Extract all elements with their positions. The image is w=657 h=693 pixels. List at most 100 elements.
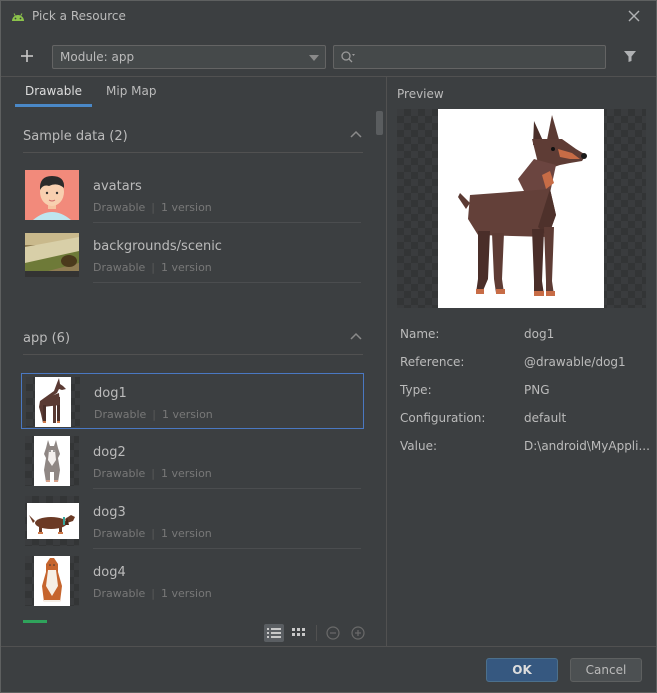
module-dropdown[interactable]: Module: app [52, 45, 326, 69]
item-versions: 1 version [161, 261, 212, 274]
property-key: Value: [400, 439, 437, 453]
item-divider [93, 548, 361, 549]
chevron-up-icon[interactable] [349, 331, 363, 341]
property-key: Type: [400, 383, 432, 397]
property-key: Reference: [400, 355, 465, 369]
resource-list-pane: Drawable Mip Map Sample data (2) avatars… [1, 77, 386, 646]
property-value: D:\android\MyAppli... [524, 439, 650, 453]
property-value: dog1 [524, 327, 555, 341]
item-meta: Drawable | 1 version [93, 527, 212, 540]
item-versions: 1 version [161, 587, 212, 600]
controls-divider [316, 625, 317, 641]
list-item-backgrounds-scenic[interactable]: backgrounds/scenic Drawable | 1 version [21, 227, 364, 283]
section-label: Sample data (2) [23, 129, 128, 144]
item-name: backgrounds/scenic [93, 239, 222, 254]
property-configuration: Configuration: default [400, 411, 650, 439]
add-resource-icon[interactable] [18, 47, 36, 65]
chevron-up-icon[interactable] [349, 129, 363, 139]
window-title: Pick a Resource [32, 9, 126, 23]
list-item-dog3[interactable]: dog3 Drawable | 1 version [21, 493, 364, 549]
preview-canvas [397, 109, 646, 308]
item-versions: 1 version [161, 201, 212, 214]
meta-divider: | [152, 408, 156, 421]
list-item-dog4[interactable]: dog4 Drawable | 1 version [21, 553, 364, 609]
item-meta: Drawable | 1 version [93, 467, 212, 480]
preview-label: Preview [397, 87, 444, 101]
avatar-thumbnail [25, 170, 79, 220]
item-name: dog4 [93, 565, 126, 580]
tab-mip-map[interactable]: Mip Map [106, 77, 156, 107]
resource-tabs: Drawable Mip Map [15, 77, 170, 107]
item-divider [93, 282, 361, 283]
filter-icon[interactable] [622, 48, 638, 64]
scrollbar-thumb[interactable] [376, 111, 383, 135]
list-item-dog1[interactable]: dog1 Drawable | 1 version [21, 373, 364, 429]
resource-list[interactable]: Sample data (2) avatars Drawable | 1 ver… [1, 109, 386, 616]
item-divider [93, 488, 361, 489]
property-key: Name: [400, 327, 440, 341]
property-value-path: Value: D:\android\MyAppli... [400, 439, 650, 467]
property-key: Configuration: [400, 411, 486, 425]
item-type: Drawable [93, 261, 146, 274]
android-icon [12, 13, 24, 21]
preview-pane: Preview Name: dog1 Reference: @drawable/… [387, 77, 656, 646]
grid-view-icon[interactable] [289, 624, 309, 642]
dialog-window: Pick a Resource Module: app Drawable Mip… [0, 0, 657, 693]
item-name: avatars [93, 179, 142, 194]
item-meta: Drawable | 1 version [93, 261, 212, 274]
meta-divider: | [151, 467, 155, 480]
meta-divider: | [151, 527, 155, 540]
title-bar: Pick a Resource [1, 1, 656, 32]
chevron-down-icon [309, 55, 319, 61]
item-type: Drawable [93, 587, 146, 600]
preview-image [438, 109, 604, 308]
search-box[interactable] [333, 45, 606, 69]
property-reference: Reference: @drawable/dog1 [400, 355, 650, 383]
item-name: dog1 [94, 386, 127, 401]
dog1-thumbnail [26, 377, 80, 427]
item-meta: Drawable | 1 version [93, 587, 212, 600]
dog4-thumbnail [25, 556, 79, 606]
meta-divider: | [151, 261, 155, 274]
list-item-dog2[interactable]: dog2 Drawable | 1 version [21, 433, 364, 489]
property-name: Name: dog1 [400, 327, 650, 355]
tab-drawable[interactable]: Drawable [15, 77, 93, 107]
view-controls-bar [1, 620, 386, 646]
property-value: @drawable/dog1 [524, 355, 626, 369]
list-view-icon[interactable] [264, 624, 284, 642]
cancel-button[interactable]: Cancel [570, 658, 642, 682]
meta-divider: | [151, 587, 155, 600]
search-input[interactable] [358, 48, 598, 66]
item-versions: 1 version [162, 408, 213, 421]
item-type: Drawable [94, 408, 147, 421]
section-header-app[interactable]: app (6) [23, 311, 363, 355]
item-type: Drawable [93, 527, 146, 540]
resource-properties: Name: dog1 Reference: @drawable/dog1 Typ… [400, 327, 650, 467]
zoom-out-icon[interactable] [323, 624, 343, 642]
footer-divider [1, 646, 656, 647]
close-icon[interactable] [626, 8, 642, 24]
search-icon [341, 51, 355, 63]
meta-divider: | [151, 201, 155, 214]
list-item-avatars[interactable]: avatars Drawable | 1 version [21, 167, 364, 223]
section-label: app (6) [23, 331, 71, 346]
zoom-in-icon[interactable] [348, 624, 368, 642]
toolbar: Module: app [1, 39, 656, 75]
item-type: Drawable [93, 201, 146, 214]
item-versions: 1 version [161, 467, 212, 480]
item-divider [93, 222, 361, 223]
ok-button[interactable]: OK [486, 658, 558, 682]
item-versions: 1 version [161, 527, 212, 540]
item-meta: Drawable | 1 version [94, 408, 213, 421]
next-item-peek [23, 620, 47, 623]
property-value: default [524, 411, 567, 425]
item-type: Drawable [93, 467, 146, 480]
item-meta: Drawable | 1 version [93, 201, 212, 214]
section-header-sample-data[interactable]: Sample data (2) [23, 109, 363, 153]
scenic-thumbnail [25, 233, 79, 277]
property-type: Type: PNG [400, 383, 650, 411]
item-name: dog2 [93, 445, 126, 460]
module-dropdown-value: Module: app [60, 50, 135, 64]
item-name: dog3 [93, 505, 126, 520]
list-scrollbar[interactable] [376, 109, 384, 616]
